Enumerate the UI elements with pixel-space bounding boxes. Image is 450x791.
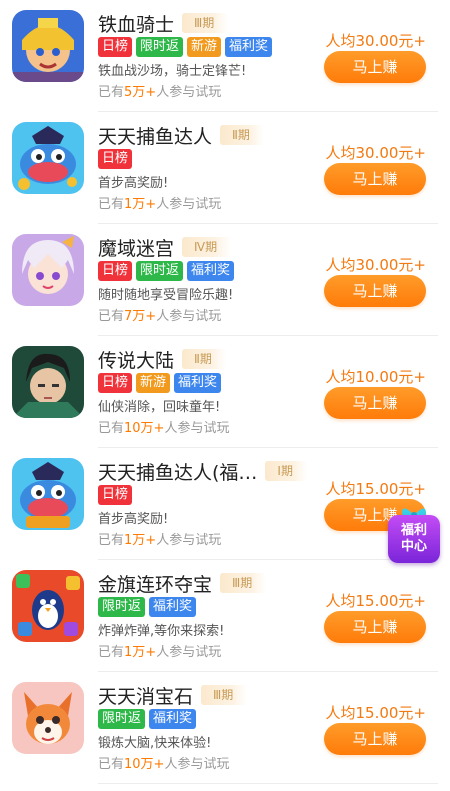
- game-title: 铁血骑士: [98, 13, 175, 36]
- earn-now-button[interactable]: 马上赚: [324, 387, 426, 419]
- fox-gem-game-icon[interactable]: [12, 682, 84, 754]
- earn-now-button[interactable]: 马上赚: [324, 275, 426, 307]
- period-badge: Ⅲ期: [182, 13, 229, 33]
- tag-bonus: 福利奖: [149, 709, 197, 729]
- tag-new: 新游: [136, 373, 171, 393]
- game-description: 铁血战沙场，骑士定锋芒!: [98, 64, 247, 79]
- game-title: 天天捕鱼达人(福…: [98, 461, 258, 484]
- game-description: 首步高奖励!: [98, 176, 169, 191]
- tag-limited: 限时返: [136, 37, 184, 57]
- tag-daily: 日榜: [98, 149, 133, 169]
- title-row: 铁血骑士 Ⅲ期: [98, 11, 229, 36]
- tag-group: 日榜 限时返 新游 福利奖: [98, 37, 273, 57]
- xianxia-hero-game-icon[interactable]: [12, 346, 84, 418]
- period-badge: Ⅱ期: [220, 125, 264, 145]
- game-title: 金旗连环夺宝: [98, 573, 213, 596]
- participant-count: 已有1万+人参与试玩: [98, 197, 222, 212]
- title-row: 金旗连环夺宝 Ⅲ期: [98, 571, 267, 596]
- reward-price: 人均30.00元+: [325, 32, 426, 50]
- fish-game-icon[interactable]: [12, 122, 84, 194]
- title-row: 天天消宝石 Ⅲ期: [98, 683, 248, 708]
- game-description: 首步高奖励!: [98, 512, 169, 527]
- tag-daily: 日榜: [98, 373, 133, 393]
- title-row: 天天捕鱼达人 Ⅱ期: [98, 123, 264, 148]
- reward-price: 人均30.00元+: [325, 256, 426, 274]
- anime-girl-game-icon[interactable]: [12, 234, 84, 306]
- tag-daily: 日榜: [98, 485, 133, 505]
- welfare-center-label: 福利 中心: [388, 515, 440, 563]
- title-row: 天天捕鱼达人(福… Ⅰ期: [98, 459, 307, 484]
- list-item[interactable]: 天天捕鱼达人(福… Ⅰ期 日榜 首步高奖励! 已有1万+人参与试玩 人均15.0…: [0, 448, 450, 560]
- period-badge: Ⅳ期: [182, 237, 232, 257]
- welfare-center-button[interactable]: 福利 中心: [386, 505, 444, 563]
- tag-group: 限时返 福利奖: [98, 597, 197, 617]
- earn-now-button[interactable]: 马上赚: [324, 723, 426, 755]
- period-badge: Ⅰ期: [265, 461, 307, 481]
- tag-group: 日榜: [98, 485, 133, 505]
- period-badge: Ⅱ期: [182, 349, 226, 369]
- reward-price: 人均15.00元+: [325, 592, 426, 610]
- participant-count: 已有10万+人参与试玩: [98, 421, 230, 436]
- tag-bonus: 福利奖: [225, 37, 273, 57]
- tag-group: 限时返 福利奖: [98, 709, 197, 729]
- reward-price: 人均10.00元+: [325, 368, 426, 386]
- game-description: 仙侠消除，回味童年!: [98, 400, 221, 415]
- list-item[interactable]: 天天捕鱼达人 Ⅱ期 日榜 首步高奖励! 已有1万+人参与试玩 人均30.00元+…: [0, 112, 450, 224]
- knight-game-icon[interactable]: [12, 10, 84, 82]
- tag-bonus: 福利奖: [174, 373, 222, 393]
- list-item[interactable]: 魔域迷宫 Ⅳ期 日榜 限时返 福利奖 随时随地享受冒险乐趣! 已有7万+人参与试…: [0, 224, 450, 336]
- period-badge: Ⅲ期: [220, 573, 267, 593]
- list-item[interactable]: 铁血骑士 Ⅲ期 日榜 限时返 新游 福利奖 铁血战沙场，骑士定锋芒! 已有5万+…: [0, 0, 450, 112]
- tag-bonus: 福利奖: [149, 597, 197, 617]
- game-title: 魔域迷宫: [98, 237, 175, 260]
- task-list: 铁血骑士 Ⅲ期 日榜 限时返 新游 福利奖 铁血战沙场，骑士定锋芒! 已有5万+…: [0, 0, 450, 784]
- reward-price: 人均15.00元+: [325, 480, 426, 498]
- list-item[interactable]: 天天消宝石 Ⅲ期 限时返 福利奖 锻炼大脑,快来体验! 已有10万+人参与试玩 …: [0, 672, 450, 784]
- participant-count: 已有5万+人参与试玩: [98, 85, 222, 100]
- game-title: 传说大陆: [98, 349, 175, 372]
- participant-count: 已有10万+人参与试玩: [98, 757, 230, 772]
- tag-group: 日榜: [98, 149, 133, 169]
- game-description: 锻炼大脑,快来体验!: [98, 736, 212, 751]
- tag-daily: 日榜: [98, 261, 133, 281]
- participant-count: 已有1万+人参与试玩: [98, 645, 222, 660]
- tag-group: 日榜 新游 福利奖: [98, 373, 222, 393]
- list-item[interactable]: 传说大陆 Ⅱ期 日榜 新游 福利奖 仙侠消除，回味童年! 已有10万+人参与试玩…: [0, 336, 450, 448]
- game-title: 天天消宝石: [98, 685, 194, 708]
- title-row: 魔域迷宫 Ⅳ期: [98, 235, 232, 260]
- list-item[interactable]: 金旗连环夺宝 Ⅲ期 限时返 福利奖 炸弹炸弹,等你来探索! 已有1万+人参与试玩…: [0, 560, 450, 672]
- tag-group: 日榜 限时返 福利奖: [98, 261, 235, 281]
- reward-price: 人均30.00元+: [325, 144, 426, 162]
- tag-limited: 限时返: [98, 709, 146, 729]
- earn-now-button[interactable]: 马上赚: [324, 163, 426, 195]
- tag-limited: 限时返: [136, 261, 184, 281]
- game-title: 天天捕鱼达人: [98, 125, 213, 148]
- fish-game-icon[interactable]: [12, 458, 84, 530]
- participant-count: 已有7万+人参与试玩: [98, 309, 222, 324]
- tag-new: 新游: [187, 37, 222, 57]
- tag-daily: 日榜: [98, 37, 133, 57]
- participant-count: 已有1万+人参与试玩: [98, 533, 222, 548]
- earn-now-button[interactable]: 马上赚: [324, 51, 426, 83]
- tag-bonus: 福利奖: [187, 261, 235, 281]
- divider: [98, 783, 438, 784]
- title-row: 传说大陆 Ⅱ期: [98, 347, 226, 372]
- period-badge: Ⅲ期: [201, 685, 248, 705]
- penguin-puzzle-game-icon[interactable]: [12, 570, 84, 642]
- game-description: 炸弹炸弹,等你来探索!: [98, 624, 225, 639]
- earn-now-button[interactable]: 马上赚: [324, 611, 426, 643]
- reward-price: 人均15.00元+: [325, 704, 426, 722]
- tag-limited: 限时返: [98, 597, 146, 617]
- game-description: 随时随地享受冒险乐趣!: [98, 288, 234, 303]
